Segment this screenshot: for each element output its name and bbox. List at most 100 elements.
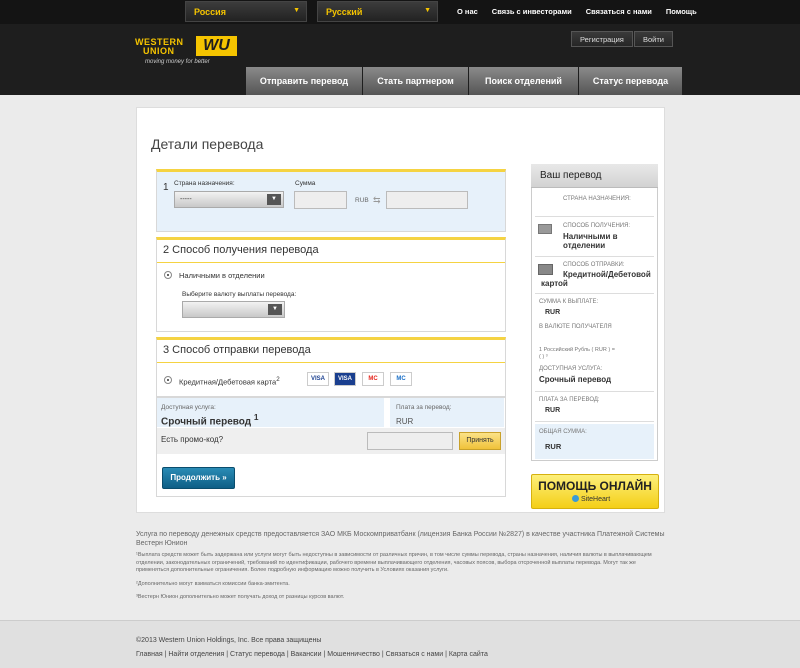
visa-electron-icon: VISA <box>334 372 356 386</box>
logo[interactable]: WESTERN UNION <box>135 38 184 56</box>
footer-links: Главная | Найти отделения | Статус перев… <box>136 651 488 658</box>
summary-rate-text: 1 Российский Рубль ( RUR ) = <box>539 347 615 353</box>
continue-button[interactable]: Продолжить » <box>162 467 235 489</box>
country-label: Страна назначения: <box>174 180 235 187</box>
payout-currency-select[interactable]: ▼ <box>182 301 285 318</box>
footer-copyright: ©2013 Western Union Holdings, Inc. Все п… <box>136 637 322 644</box>
summary-destination: СТРАНА НАЗНАЧЕНИЯ: <box>535 192 654 217</box>
summary-send-label: СПОСОБ ОТПРАВКИ: <box>563 262 625 268</box>
logo-mark: WU <box>196 36 237 56</box>
footer-link-status[interactable]: Статус перевода <box>230 651 285 658</box>
summary-rate-text2: ( ) ³ <box>539 354 548 360</box>
summary-payout-value: RUR <box>545 309 561 316</box>
summary-fee-value: RUR <box>545 407 561 414</box>
payout-currency-label: Выберите валюту выплаты перевода: <box>182 291 297 298</box>
logo-tagline: moving money for better <box>145 59 210 65</box>
card-payment-sup: 2 <box>276 376 280 383</box>
footer-link-home[interactable]: Главная <box>136 651 163 658</box>
card-payment-text: Кредитная/Дебетовая карта <box>179 377 277 387</box>
country-select[interactable]: Россия ▼ <box>185 1 307 22</box>
swap-arrows-icon: ⇆ <box>373 195 381 205</box>
site-header: WESTERN UNION WU moving money for better… <box>0 24 800 95</box>
step3-section: 3 Способ отправки перевода Кредитная/Деб… <box>156 337 506 397</box>
cash-pickup-radio[interactable] <box>164 271 172 279</box>
summary-recv-currency-label: В ВАЛЮТЕ ПОЛУЧАТЕЛЯ <box>539 324 612 330</box>
service-value-sup: 1 <box>253 412 259 422</box>
summary-send-value: Кредитной/Дебетовой картой <box>541 270 655 288</box>
footer-link-contact[interactable]: Связаться с нами <box>386 651 443 658</box>
destination-country-value: ----- <box>180 196 192 203</box>
help-online-title: ПОМОЩЬ ОНЛАЙН <box>538 479 652 493</box>
promo-row: Есть промо-код? <box>157 428 505 454</box>
footer-link-careers[interactable]: Вакансии <box>291 651 322 658</box>
summary-receive-text: Наличными в отделении <box>563 232 618 250</box>
destination-country-select[interactable]: ----- ▼ <box>174 191 284 208</box>
card-payment-radio[interactable] <box>164 376 172 384</box>
summary-payout-label: СУММА К ВЫПЛАТЕ: <box>539 299 599 305</box>
language-select[interactable]: Русский ▼ <box>317 1 438 22</box>
page-title: Детали перевода <box>151 136 264 152</box>
tab-become-partner[interactable]: Стать партнером <box>363 67 468 95</box>
top-link-contact[interactable]: Связаться с нами <box>586 7 652 16</box>
summary-total-value: RUR <box>545 442 562 451</box>
mastercard-icon: MC <box>362 372 384 386</box>
help-online-brand: SiteHeart <box>532 495 658 503</box>
disclaimer: Услуга по переводу денежных средств пред… <box>136 530 666 601</box>
summary-send-method: СПОСОБ ОТПРАВКИ: Кредитной/Дебетовой кар… <box>535 258 654 294</box>
summary-payout: СУММА К ВЫПЛАТЕ: RUR В ВАЛЮТЕ ПОЛУЧАТЕЛЯ… <box>535 296 654 392</box>
summary-destination-label: СТРАНА НАЗНАЧЕНИЯ: <box>563 196 631 202</box>
cash-pickup-label: Наличными в отделении <box>179 271 265 280</box>
service-value: Срочный перевод 1 <box>161 412 259 427</box>
tab-find-locations[interactable]: Поиск отделений <box>469 67 578 95</box>
footer-link-locations[interactable]: Найти отделения <box>168 651 224 658</box>
chevron-down-icon: ▼ <box>268 304 282 315</box>
step1-section: 1 Страна назначения: ----- ▼ Сумма RUB ⇆ <box>156 169 506 232</box>
step2-section: 2 Способ получения перевода Наличными в … <box>156 237 506 332</box>
tab-send-money[interactable]: Отправить перевод <box>246 67 362 95</box>
summary-receive-value: Наличными в отделении <box>541 232 651 250</box>
summary-total: ОБЩАЯ СУММА: RUR <box>535 424 654 459</box>
summary-send-text: Кредитной/Дебетовой картой <box>541 270 651 288</box>
card-payment-label: Кредитная/Дебетовая карта2 <box>179 376 280 387</box>
visa-icon: VISA <box>307 372 329 386</box>
top-link-about[interactable]: О нас <box>457 7 478 16</box>
chevron-down-icon: ▼ <box>267 194 281 205</box>
service-box: Доступная услуга: Срочный перевод 1 <box>157 398 384 427</box>
step2-heading: 2 Способ получения перевода <box>163 244 319 256</box>
summary-total-label: ОБЩАЯ СУММА: <box>539 429 587 435</box>
service-value-text: Срочный перевод <box>161 416 252 428</box>
summary-title: Ваш перевод <box>531 164 658 188</box>
currency-label: RUB <box>355 197 369 204</box>
maestro-icon: MC <box>390 372 412 386</box>
send-amount-input[interactable] <box>294 191 347 209</box>
summary-fee-label: ПЛАТА ЗА ПЕРЕВОД: <box>539 397 600 403</box>
site-footer: ©2013 Western Union Holdings, Inc. Все п… <box>0 620 800 668</box>
top-link-help[interactable]: Помощь <box>666 7 697 16</box>
top-link-investors[interactable]: Связь с инвесторами <box>492 7 572 16</box>
chevron-down-icon: ▼ <box>293 7 300 14</box>
chat-bubble-icon <box>572 495 579 502</box>
login-button[interactable]: Войти <box>634 31 673 47</box>
amount-label: Сумма <box>295 180 316 187</box>
promo-label: Есть промо-код? <box>161 435 224 444</box>
fee-value: RUR <box>396 417 414 426</box>
register-button[interactable]: Регистрация <box>571 31 633 47</box>
summary-receive-label: СПОСОБ ПОЛУЧЕНИЯ: <box>563 223 631 229</box>
help-online-button[interactable]: ПОМОЩЬ ОНЛАЙН SiteHeart <box>531 474 659 509</box>
service-label: Доступная услуга: <box>161 404 216 411</box>
receive-amount-input[interactable] <box>386 191 468 209</box>
help-online-brand-text: SiteHeart <box>581 496 611 503</box>
fee-label: Плата за перевод: <box>396 404 452 411</box>
disclaimer-main: Услуга по переводу денежных средств пред… <box>136 531 665 547</box>
footer-link-sitemap[interactable]: Карта сайта <box>449 651 488 658</box>
fee-box: Плата за перевод: RUR <box>390 398 504 427</box>
promo-code-input[interactable] <box>367 432 453 450</box>
logo-line2: UNION <box>143 46 175 56</box>
tab-track-transfer[interactable]: Статус перевода <box>579 67 682 95</box>
accept-promo-button[interactable]: Принять <box>459 432 501 450</box>
top-bar: Россия ▼ Русский ▼ О нас Связь с инвесто… <box>0 0 800 24</box>
footer-link-fraud[interactable]: Мошенничество <box>327 651 380 658</box>
language-select-value: Русский <box>326 7 363 17</box>
disclaimer-note2: ²Дополнительно могут взиматься комиссии … <box>136 580 290 587</box>
summary-service-value: Срочный перевод <box>539 375 612 384</box>
